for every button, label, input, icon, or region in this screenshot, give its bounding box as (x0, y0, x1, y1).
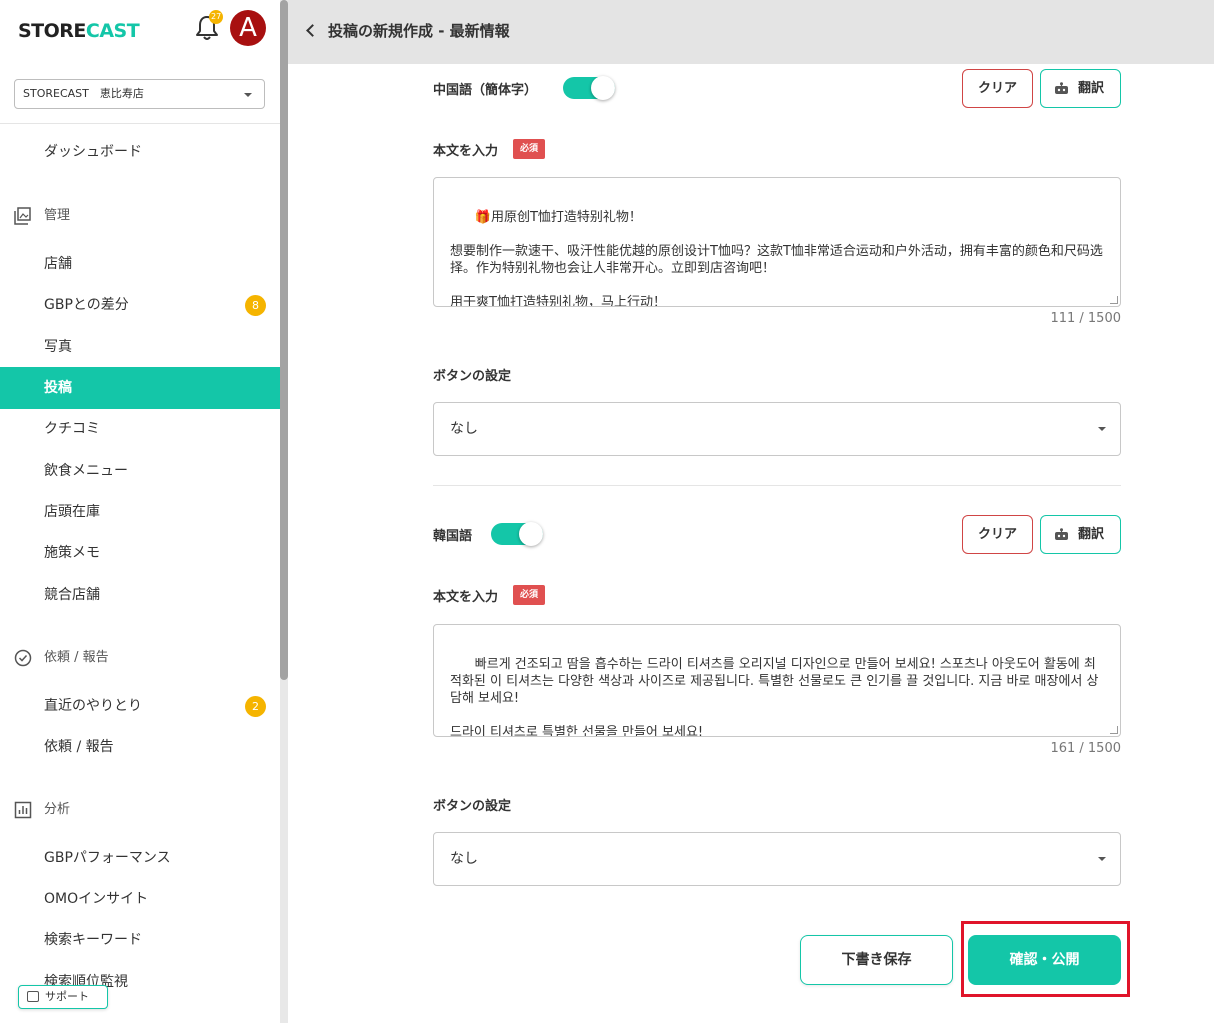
save-draft-button[interactable]: 下書き保存 (800, 935, 953, 985)
clear-button-chinese[interactable]: クリア (962, 69, 1033, 108)
chevron-down-icon (244, 93, 252, 97)
body-textarea-korean[interactable]: 빠르게 건조되고 땀을 흡수하는 드라이 티셔츠를 오리지널 디자인으로 만들어… (433, 624, 1121, 737)
button-setting-label-korean: ボタンの設定 (433, 799, 512, 814)
required-badge: 必須 (513, 585, 545, 605)
translate-label: 翻訳 (1078, 81, 1105, 96)
logo-text-suffix: CAST (85, 20, 140, 42)
language-label-korean: 韓国語 (433, 529, 473, 544)
sidebar-item-label: GBPとの差分 (44, 297, 129, 313)
button-setting-label-chinese: ボタンの設定 (433, 369, 512, 384)
divider (0, 123, 280, 124)
sidebar-item-recent[interactable]: 直近のやりとり 2 (0, 685, 280, 727)
bar-chart-icon (14, 801, 32, 819)
toggle-chinese[interactable] (563, 76, 615, 100)
post-form: 中国語（簡体字） クリア 翻訳 本文を入力 必須 🎁用原创T恤打造特别礼物！ 想… (288, 64, 1214, 1023)
toggle-knob (591, 76, 615, 100)
page-header: 投稿の新規作成 - 最新情報 (288, 0, 1214, 64)
body-textarea-chinese[interactable]: 🎁用原创T恤打造特别礼物！ 想要制作一款速干、吸汗性能优越的原创设计T恤吗？这款… (433, 177, 1121, 307)
robot-icon (1055, 82, 1068, 94)
sidebar-item-requests[interactable]: 依頼 / 報告 (0, 726, 280, 768)
sidebar-item-stores[interactable]: 店舗 (0, 243, 280, 285)
toggle-korean[interactable] (491, 522, 543, 546)
button-setting-select-korean[interactable]: なし (433, 832, 1121, 886)
button-setting-select-chinese[interactable]: なし (433, 402, 1121, 456)
sidebar-section-analysis: 分析 (0, 795, 280, 825)
sidebar-item-dashboard[interactable]: ダッシュボード (0, 131, 280, 173)
body-text-korean: 빠르게 건조되고 땀을 흡수하는 드라이 티셔츠를 오리지널 디자인으로 만들어… (450, 657, 1099, 737)
required-badge: 必須 (513, 139, 545, 159)
sidebar-item-photos[interactable]: 写真 (0, 326, 280, 368)
store-selector-value: STORECAST 恵比寿店 (23, 87, 144, 100)
count-badge: 2 (245, 696, 266, 717)
count-badge: 8 (245, 295, 266, 316)
translate-label: 翻訳 (1078, 527, 1105, 542)
page-title: 投稿の新規作成 - 最新情報 (328, 22, 510, 40)
sidebar-section-label: 依頼 / 報告 (44, 650, 109, 665)
sidebar-item-reviews[interactable]: クチコミ (0, 408, 280, 450)
sidebar-section-label: 分析 (44, 802, 71, 817)
sidebar-item-menu[interactable]: 飲食メニュー (0, 450, 280, 492)
sidebar-item-gbp-diff[interactable]: GBPとの差分 8 (0, 284, 280, 326)
translate-button-chinese[interactable]: 翻訳 (1040, 69, 1121, 108)
sidebar-item-inventory[interactable]: 店頭在庫 (0, 491, 280, 533)
sidebar-item-search-keyword[interactable]: 検索キーワード (0, 919, 280, 961)
char-counter-korean: 161 / 1500 (1050, 741, 1121, 756)
support-button[interactable]: サポート (18, 985, 108, 1009)
sidebar-item-competitors[interactable]: 競合店舗 (0, 574, 280, 616)
sidebar-section-request: 依頼 / 報告 (0, 643, 280, 673)
body-label-korean: 本文を入力 (433, 590, 499, 605)
body-text-chinese: 🎁用原创T恤打造特别礼物！ 想要制作一款速干、吸汗性能优越的原创设计T恤吗？这款… (450, 210, 1103, 307)
notification-count-badge: 27 (209, 10, 224, 24)
logo-text-prefix: STORE (18, 20, 86, 42)
resize-handle-icon[interactable] (1110, 726, 1118, 734)
chevron-left-icon[interactable] (306, 24, 319, 37)
sidebar-item-label: 直近のやりとり (44, 698, 142, 714)
sidebar-item-gbp-performance[interactable]: GBPパフォーマンス (0, 837, 280, 879)
language-label-chinese: 中国語（簡体字） (433, 83, 538, 98)
store-selector[interactable]: STORECAST 恵比寿店 (14, 79, 265, 109)
confirm-publish-button[interactable]: 確認・公開 (968, 935, 1121, 985)
clear-button-korean[interactable]: クリア (962, 515, 1033, 554)
sidebar-section-label: 管理 (44, 208, 71, 223)
toggle-knob (519, 522, 543, 546)
sidebar-section-manage: 管理 (0, 201, 280, 231)
support-label: サポート (45, 990, 89, 1003)
robot-icon (1055, 528, 1068, 540)
select-value: なし (450, 421, 478, 437)
sidebar-item-omo-insight[interactable]: OMOインサイト (0, 878, 280, 920)
sidebar-item-memo[interactable]: 施策メモ (0, 532, 280, 574)
char-counter-chinese: 111 / 1500 (1050, 311, 1121, 326)
select-value: なし (450, 851, 478, 867)
chat-icon (27, 991, 39, 1002)
resize-handle-icon[interactable] (1110, 296, 1118, 304)
app-logo[interactable]: STORECAST (18, 20, 140, 42)
translate-button-korean[interactable]: 翻訳 (1040, 515, 1121, 554)
section-divider (433, 485, 1121, 486)
chevron-down-icon (1098, 857, 1106, 861)
body-label-chinese: 本文を入力 (433, 144, 499, 159)
sidebar-header: STORECAST 27 A (0, 0, 280, 62)
check-circle-icon (14, 649, 32, 667)
chevron-down-icon (1098, 427, 1106, 431)
image-gallery-icon (14, 207, 31, 225)
sidebar-scrollbar-thumb[interactable] (280, 0, 288, 680)
sidebar-item-posts[interactable]: 投稿 (0, 367, 280, 409)
sidebar: STORECAST 27 A STORECAST 恵比寿店 ダッシュボード 管理… (0, 0, 280, 1023)
user-avatar[interactable]: A (230, 10, 266, 46)
main-area: 投稿の新規作成 - 最新情報 中国語（簡体字） クリア 翻訳 本文を入力 必須 … (288, 0, 1214, 1023)
